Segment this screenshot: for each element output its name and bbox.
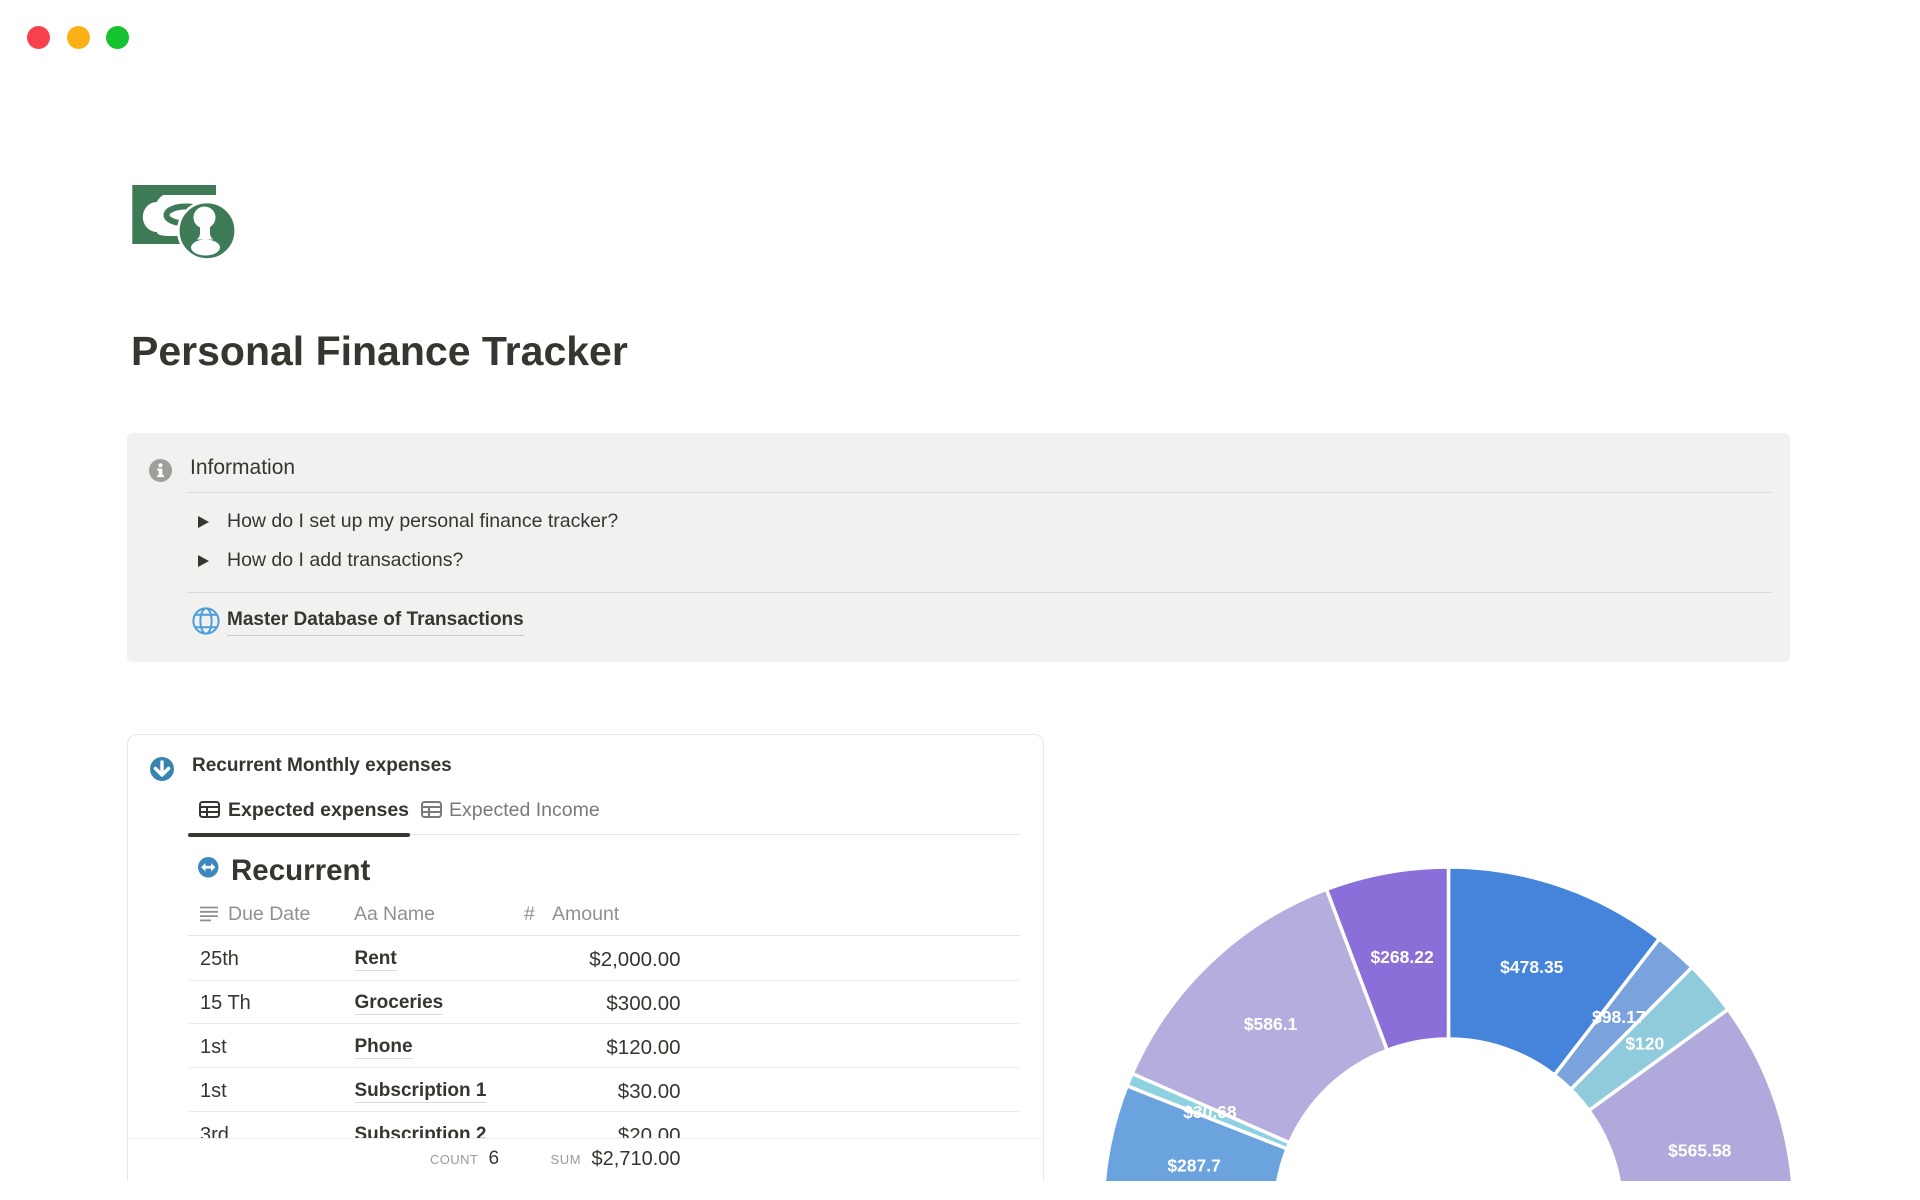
svg-text:$287.7: $287.7 [1167, 1156, 1221, 1176]
svg-text:$120: $120 [1625, 1033, 1664, 1053]
svg-text:$478.35: $478.35 [1500, 957, 1564, 977]
svg-text:$98.17: $98.17 [1592, 1007, 1646, 1027]
svg-text:$30.68: $30.68 [1183, 1102, 1237, 1122]
svg-text:$268.22: $268.22 [1370, 947, 1434, 967]
svg-text:$586.1: $586.1 [1244, 1014, 1298, 1034]
svg-text:$565.58: $565.58 [1668, 1141, 1732, 1161]
